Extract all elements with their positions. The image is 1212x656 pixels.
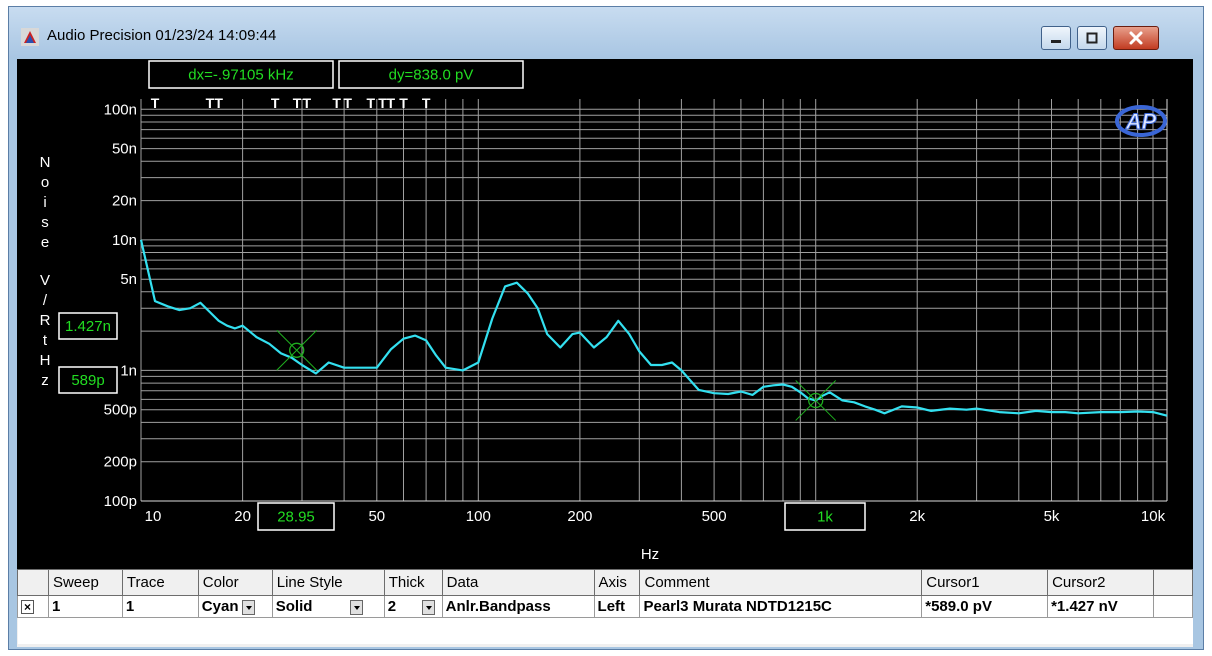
column-header-sweep[interactable]: Sweep — [47, 569, 123, 596]
limit-marker: T — [206, 95, 215, 111]
cursor1-cell[interactable]: *589.0 pV — [921, 595, 1049, 618]
column-header-cursor2[interactable]: Cursor2 — [1047, 569, 1154, 596]
x-tick-label: 10 — [145, 508, 162, 525]
data-cell[interactable]: Anlr.Bandpass — [441, 595, 595, 618]
audio-precision-app-icon — [21, 28, 39, 46]
column-header-extra[interactable] — [1153, 569, 1193, 596]
table-row[interactable]: × 1 1 Cyan Solid 2 Anlr.Bandpass Left Pe… — [17, 595, 1193, 618]
color-dropdown-icon[interactable] — [242, 599, 256, 615]
limit-marker: T — [343, 95, 352, 111]
x-tick-label: 500 — [702, 508, 727, 525]
x-tick-label: 200 — [567, 508, 592, 525]
x-axis-label: Hz — [641, 546, 659, 563]
plot-background — [17, 59, 1193, 569]
close-icon — [1129, 31, 1143, 45]
y-tick-label: 5n — [120, 271, 137, 288]
limit-marker: T — [387, 95, 396, 111]
y-axis-label-char: i — [43, 194, 46, 211]
y-axis-label-char: s — [41, 214, 49, 231]
x-tick-label: 10k — [1141, 508, 1166, 525]
column-header-comment[interactable]: Comment — [639, 569, 923, 596]
cursor-y-low-readout: 589p — [71, 372, 104, 389]
y-tick-label: 100n — [104, 101, 137, 118]
y-axis-label-char: N — [40, 154, 51, 171]
maximize-button[interactable] — [1077, 26, 1107, 50]
table-header-row: Sweep Trace Color Line Style Thick Data … — [17, 569, 1193, 596]
comment-cell[interactable]: Pearl3 Murata NDTD1215C — [639, 595, 923, 618]
y-tick-label: 20n — [112, 193, 137, 210]
close-button[interactable] — [1113, 26, 1159, 50]
y-axis-label-char: R — [40, 312, 51, 329]
ap-logo-icon: AP — [1125, 109, 1157, 134]
limit-marker: T — [367, 95, 376, 111]
trace-table: Sweep Trace Color Line Style Thick Data … — [17, 569, 1193, 644]
plot-area[interactable]: 100n 50n 20n 10n 5n 1n 500p 200p 100p 10 20 50 100 20… — [17, 59, 1193, 569]
x-tick-label: 50 — [368, 508, 385, 525]
y-axis-label-char: o — [41, 174, 49, 191]
x-tick-label: 2k — [909, 508, 925, 525]
limit-marker: T — [332, 95, 341, 111]
cursor-x-high-readout: 1k — [817, 509, 833, 526]
dy-readout: dy=838.0 pV — [389, 67, 474, 84]
line-style-value: Solid — [275, 598, 313, 615]
table-empty-row — [17, 617, 1193, 644]
minimize-icon — [1051, 40, 1061, 43]
thick-cell[interactable]: 2 — [383, 595, 443, 618]
column-header-select[interactable] — [17, 569, 49, 596]
limit-marker: T — [303, 95, 312, 111]
column-header-line-style[interactable]: Line Style — [271, 569, 385, 596]
column-header-trace[interactable]: Trace — [121, 569, 199, 596]
trace-enable-cell[interactable]: × — [17, 595, 49, 618]
limit-marker: T — [271, 95, 280, 111]
column-header-cursor1[interactable]: Cursor1 — [921, 569, 1049, 596]
y-tick-label: 1n — [120, 362, 137, 379]
y-axis-label-char: e — [41, 234, 49, 251]
app-window: Audio Precision 01/23/24 14:09:44 100n 50… — [8, 6, 1204, 650]
thick-value: 2 — [387, 598, 397, 615]
cursor-x-low-readout: 28.95 — [277, 509, 315, 526]
cursor-y-high-readout: 1.427n — [65, 318, 111, 335]
thick-dropdown-icon[interactable] — [422, 599, 436, 615]
y-tick-label: 200p — [104, 454, 137, 471]
column-header-data[interactable]: Data — [441, 569, 595, 596]
color-cell[interactable]: Cyan — [197, 595, 273, 618]
color-value: Cyan — [201, 598, 239, 615]
trace-cell[interactable]: 1 — [121, 595, 199, 618]
x-tick-label: 20 — [234, 508, 251, 525]
minimize-button[interactable] — [1041, 26, 1071, 50]
y-axis-label-char: H — [40, 352, 51, 369]
y-axis-label-char: z — [41, 372, 49, 389]
x-tick-label: 100 — [466, 508, 491, 525]
title-bar[interactable]: Audio Precision 01/23/24 14:09:44 — [9, 7, 1203, 57]
y-axis-label-char: V — [40, 272, 50, 289]
cursor2-cell[interactable]: *1.427 nV — [1047, 595, 1154, 618]
y-tick-label: 10n — [112, 232, 137, 249]
limit-marker: T — [151, 95, 160, 111]
sweep-cell[interactable]: 1 — [47, 595, 123, 618]
limit-marker: T — [214, 95, 223, 111]
y-tick-label: 50n — [112, 141, 137, 158]
trace-grid-panel: Sweep Trace Color Line Style Thick Data … — [17, 569, 1193, 647]
x-tick-label: 5k — [1044, 508, 1060, 525]
y-tick-label: 500p — [104, 402, 137, 419]
trace-enable-checkbox[interactable]: × — [21, 600, 34, 614]
maximize-icon — [1086, 32, 1098, 44]
column-header-axis[interactable]: Axis — [593, 569, 641, 596]
limit-marker: T — [399, 95, 408, 111]
limit-marker: T — [422, 95, 431, 111]
line-style-dropdown-icon[interactable] — [350, 599, 364, 615]
column-header-thick[interactable]: Thick — [383, 569, 443, 596]
limit-marker: T — [293, 95, 302, 111]
window-title: Audio Precision 01/23/24 14:09:44 — [47, 27, 277, 44]
column-header-color[interactable]: Color — [197, 569, 273, 596]
axis-cell[interactable]: Left — [593, 595, 641, 618]
line-style-cell[interactable]: Solid — [271, 595, 385, 618]
dx-readout: dx=-.97105 kHz — [188, 67, 293, 84]
y-tick-label: 100p — [104, 493, 137, 510]
extra-cell — [1153, 595, 1193, 618]
